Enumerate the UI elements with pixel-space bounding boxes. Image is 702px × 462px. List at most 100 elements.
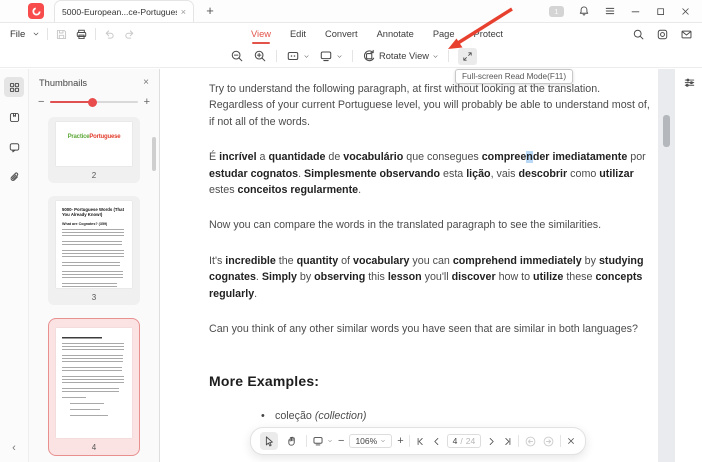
- page-navigation-bar: − 106% + 4 / 24: [250, 427, 586, 455]
- zoom-out-button[interactable]: −: [338, 436, 344, 446]
- zoom-level-value: 106%: [355, 436, 377, 446]
- thumbnail-page-3[interactable]: 5000- Portuguese Words (That You Already…: [48, 196, 140, 305]
- slider-handle[interactable]: [88, 98, 97, 107]
- tab-title: 5000-European...ce-Portuguese: [62, 7, 177, 17]
- thumbnails-grid-icon: [8, 81, 21, 94]
- paragraph-english-translation: It's incredible the quantity of vocabula…: [209, 253, 655, 302]
- view-forward-button[interactable]: [542, 435, 555, 448]
- mini-page-heading: What are Cognates? (359): [62, 222, 126, 226]
- properties-panel-icon[interactable]: [683, 76, 696, 89]
- paragraph-english-1: Try to understand the following paragrap…: [209, 81, 655, 130]
- practice-portuguese-logo: PracticePortuguese: [56, 122, 132, 140]
- content-scrollbar-track[interactable]: [658, 69, 675, 462]
- panel-title: Thumbnails: [39, 78, 143, 88]
- previous-page-button[interactable]: [431, 436, 442, 447]
- bookmark-icon: [8, 111, 21, 124]
- page-number-label: 3: [48, 293, 140, 302]
- view-back-button[interactable]: [524, 435, 537, 448]
- mail-icon[interactable]: [680, 28, 693, 41]
- collapse-sidebar-chevron[interactable]: ‹: [0, 442, 28, 454]
- chevron-down-icon: [327, 438, 333, 444]
- thumbnail-page-4-selected[interactable]: 4: [48, 318, 140, 456]
- tab-edit[interactable]: Edit: [290, 29, 306, 39]
- search-icon[interactable]: [632, 28, 645, 41]
- tab-close-icon[interactable]: ×: [181, 7, 186, 17]
- attachments-panel-button[interactable]: [4, 167, 24, 187]
- tab-annotate[interactable]: Annotate: [377, 29, 414, 39]
- paragraph-question: Can you think of any other similar words…: [209, 321, 655, 337]
- close-window-button[interactable]: [680, 6, 691, 17]
- document-tab[interactable]: 5000-European...ce-Portuguese ×: [54, 0, 194, 22]
- select-tool-button[interactable]: [260, 432, 278, 450]
- bullet-icon: •: [261, 408, 275, 424]
- tab-convert[interactable]: Convert: [325, 29, 358, 39]
- main-menu-icon[interactable]: [604, 5, 616, 17]
- presentation-mode-button[interactable]: [312, 435, 333, 447]
- thumbnails-panel: Thumbnails × − + PracticePortuguese 2: [29, 69, 160, 462]
- pdf-reader-window: 5000-European...ce-Portuguese × + 1: [0, 0, 702, 462]
- chevron-down-icon: [303, 53, 310, 60]
- comment-icon: [8, 141, 21, 154]
- thumbnail-page-2[interactable]: PracticePortuguese 2: [48, 117, 140, 183]
- slider-track[interactable]: [50, 101, 137, 103]
- zoom-in-icon[interactable]: [253, 49, 267, 63]
- screenshot-icon[interactable]: [656, 28, 669, 41]
- paragraph-portuguese: É incrível a quantidade de vocabulário q…: [209, 149, 655, 198]
- total-pages: 24: [466, 436, 475, 446]
- first-page-button[interactable]: [415, 436, 426, 447]
- rotate-icon: [362, 49, 376, 63]
- next-page-button[interactable]: [486, 436, 497, 447]
- read-mode-button[interactable]: [319, 49, 343, 63]
- print-icon[interactable]: [75, 28, 88, 41]
- more-examples-heading: More Examples:: [209, 373, 655, 389]
- page-number-label: 4: [49, 443, 139, 452]
- zoom-level-dropdown[interactable]: 106%: [349, 434, 392, 448]
- tooltip: Full-screen Read Mode(F11): [455, 69, 573, 84]
- rotate-view-label: Rotate View: [379, 51, 429, 61]
- page-display-mode-button[interactable]: [286, 49, 310, 63]
- mini-page-title: 5000- Portuguese Words (That You Already…: [62, 207, 126, 218]
- document-view: Try to understand the following paragrap…: [161, 69, 702, 462]
- hand-tool-button[interactable]: [283, 432, 301, 450]
- titlebar: 5000-European...ce-Portuguese × + 1: [0, 0, 702, 23]
- chevron-down-icon: [32, 30, 40, 38]
- new-tab-button[interactable]: +: [202, 2, 218, 18]
- slider-plus-icon[interactable]: +: [144, 97, 150, 107]
- app-logo-icon: [28, 3, 44, 19]
- bookmarks-panel-button[interactable]: [4, 107, 24, 127]
- slider-minus-icon[interactable]: −: [38, 97, 44, 107]
- page-number-input[interactable]: 4 / 24: [447, 434, 482, 448]
- thumbnails-panel-button[interactable]: [4, 77, 24, 97]
- annotation-arrow: [428, 5, 518, 62]
- close-panel-icon[interactable]: ×: [143, 77, 149, 88]
- content-scrollbar-thumb[interactable]: [663, 115, 670, 147]
- undo-icon[interactable]: [103, 28, 116, 41]
- maximize-button[interactable]: [655, 6, 666, 17]
- menubar: File View Edit Convert Annotate: [0, 23, 702, 45]
- current-page: 4: [453, 436, 458, 446]
- account-badge[interactable]: 1: [549, 6, 564, 17]
- close-bar-icon[interactable]: [566, 436, 576, 446]
- save-icon[interactable]: [55, 28, 68, 41]
- minimize-button[interactable]: [630, 6, 641, 17]
- comments-panel-button[interactable]: [4, 137, 24, 157]
- view-toolbar: Rotate View: [0, 45, 702, 68]
- sidebar-icon-strip: ‹: [0, 69, 29, 462]
- bell-icon[interactable]: [578, 5, 590, 17]
- presentation-icon: [312, 435, 324, 447]
- page-display-icon: [286, 49, 300, 63]
- file-menu[interactable]: File: [10, 29, 25, 40]
- last-page-button[interactable]: [502, 436, 513, 447]
- thumbnail-size-slider[interactable]: − +: [38, 97, 150, 107]
- list-item: • coleção (collection): [209, 408, 655, 424]
- zoom-out-icon[interactable]: [230, 49, 244, 63]
- zoom-in-button[interactable]: +: [397, 436, 403, 446]
- chevron-down-icon: [336, 53, 343, 60]
- panel-scrollbar-thumb[interactable]: [152, 137, 156, 171]
- page-number-label: 2: [48, 171, 140, 180]
- presentation-icon: [319, 49, 333, 63]
- redo-icon[interactable]: [123, 28, 136, 41]
- tab-view[interactable]: View: [251, 29, 271, 39]
- paragraph-english-2: Now you can compare the words in the tra…: [209, 217, 655, 233]
- page-text: Try to understand the following paragrap…: [209, 81, 655, 424]
